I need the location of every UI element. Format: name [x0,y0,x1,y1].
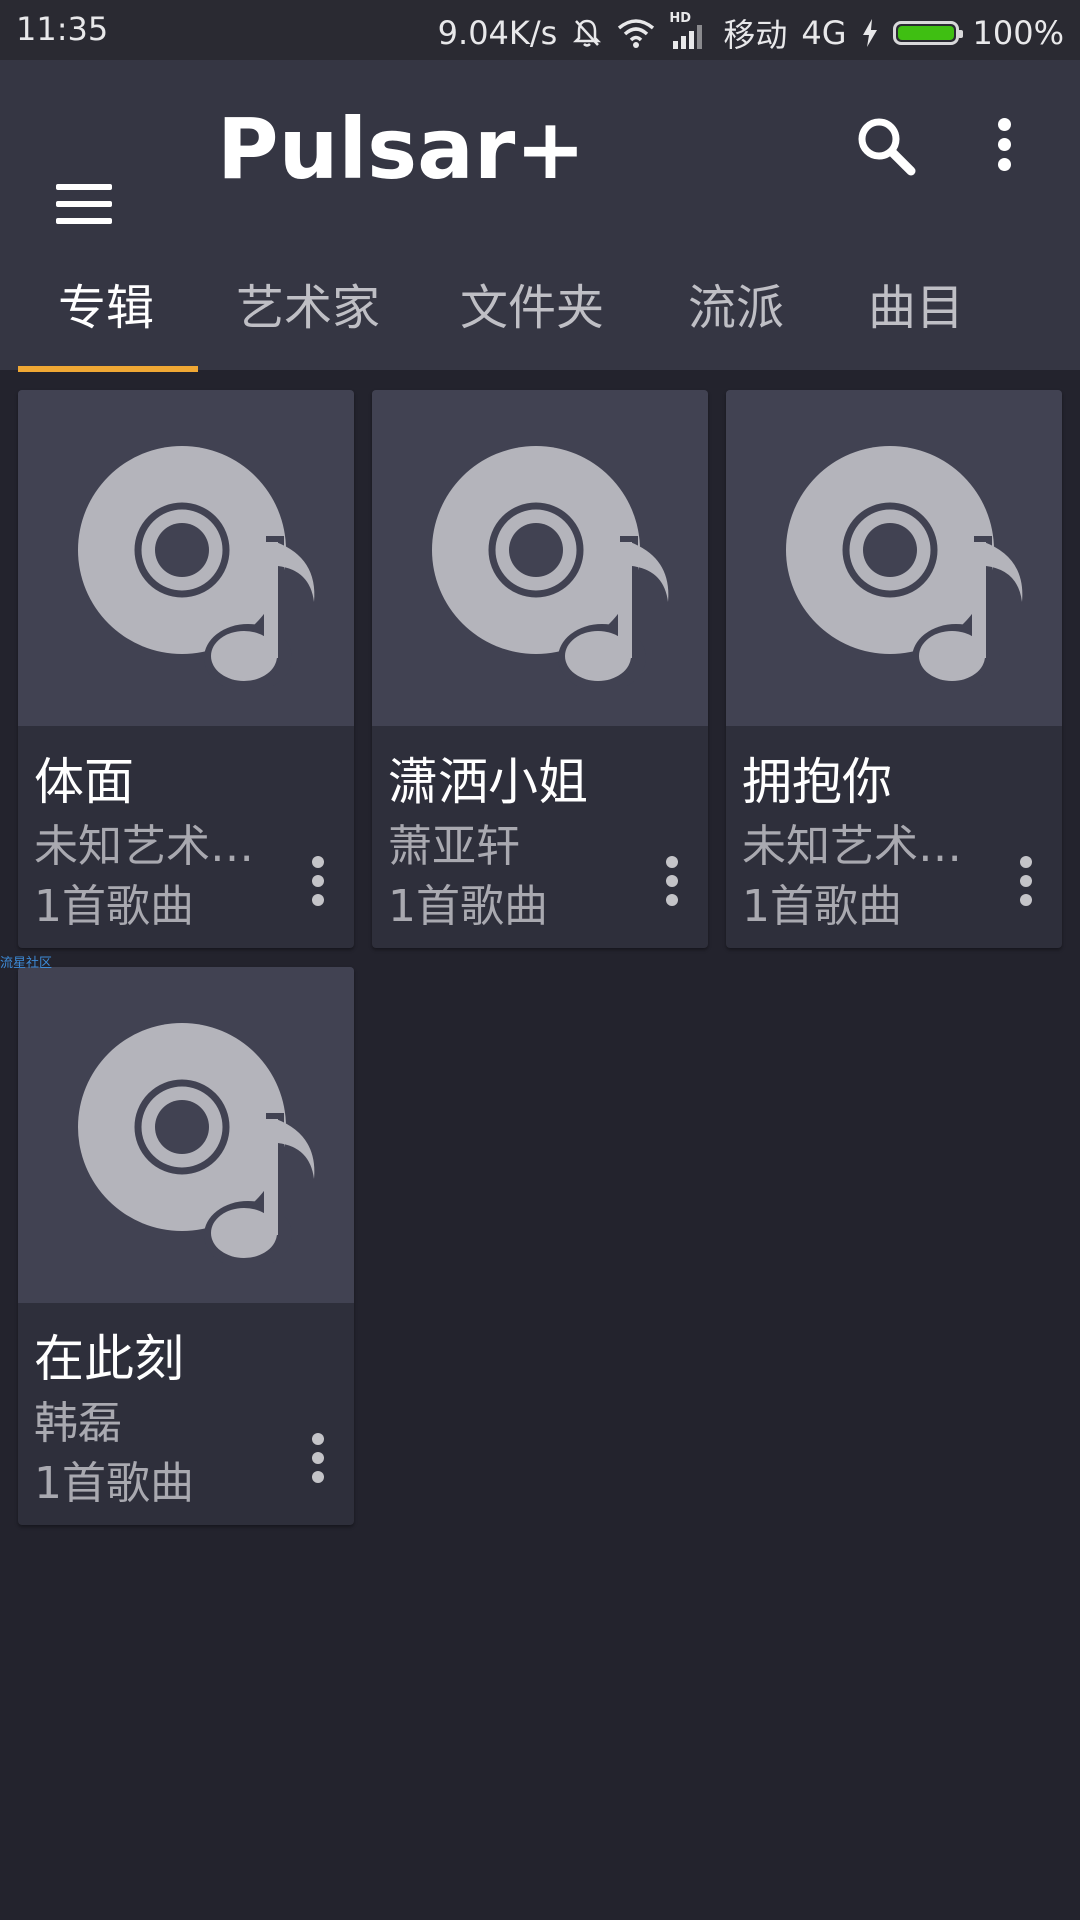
status-icons: 9.04K/s HD 移动 4G 100% [438,10,1064,56]
album-artist: 韩磊 [34,1398,122,1449]
album-artist: 未知艺术… [742,821,962,872]
album-more-icon[interactable] [666,856,680,914]
watermark-label: 流星社区 [0,956,53,971]
network-type: 4G [801,14,847,52]
album-more-icon[interactable] [1020,856,1034,914]
album-art [18,390,354,726]
album-card[interactable]: 体面 未知艺术… 1首歌曲 [18,390,354,948]
album-song-count: 1首歌曲 [34,1458,194,1509]
wifi-icon [618,19,655,48]
network-speed: 9.04K/s [437,14,558,52]
tab-folders[interactable]: 文件夹 [460,268,604,338]
album-artist: 未知艺术… [34,821,254,872]
album-song-count: 1首歌曲 [34,881,194,932]
tab-artists[interactable]: 艺术家 [236,268,380,338]
app-bar: Pulsar+ 专辑 艺术家 文件夹 流派 曲目 [0,60,1080,372]
album-title: 体面 [34,753,134,811]
status-bar: 11:35 9.04K/s HD 移动 4G 100% [0,0,1080,60]
more-vert-icon[interactable] [998,118,1014,172]
album-art [18,967,354,1303]
album-more-icon[interactable] [312,1433,326,1491]
album-music-icon [78,446,315,686]
album-music-icon [432,446,669,686]
album-card[interactable]: 在此刻 韩磊 1首歌曲 [18,967,354,1525]
album-title: 在此刻 [34,1330,184,1388]
search-icon[interactable] [855,115,917,177]
battery-percent: 100% [972,14,1064,52]
tab-genres[interactable]: 流派 [688,268,784,338]
album-art [372,390,708,726]
album-music-icon [78,1023,315,1263]
tab-bar: 专辑 艺术家 文件夹 流派 曲目 [0,240,1080,372]
album-card[interactable]: 拥抱你 未知艺术… 1首歌曲 [726,390,1062,948]
app-title: Pulsar+ [217,100,586,198]
signal-group: HD [669,11,709,49]
tab-indicator [18,366,198,372]
signal-icon [673,25,703,49]
tab-albums[interactable]: 专辑 [58,268,154,338]
album-song-count: 1首歌曲 [388,881,548,932]
album-song-count: 1首歌曲 [742,881,902,932]
battery-icon [892,21,963,45]
album-artist: 萧亚轩 [388,821,520,872]
charging-bolt-icon [862,19,877,47]
tab-tracks[interactable]: 曲目 [868,268,964,338]
album-title: 拥抱你 [742,753,892,811]
mute-bell-icon [573,19,602,47]
carrier-label: 移动 [723,16,788,54]
hamburger-menu-icon[interactable] [56,184,112,224]
album-card[interactable]: 潇洒小姐 萧亚轩 1首歌曲 [372,390,708,948]
album-more-icon[interactable] [312,856,326,914]
album-title: 潇洒小姐 [388,753,588,811]
album-art [726,390,1062,726]
status-time: 11:35 [16,10,109,48]
album-music-icon [786,446,1023,686]
